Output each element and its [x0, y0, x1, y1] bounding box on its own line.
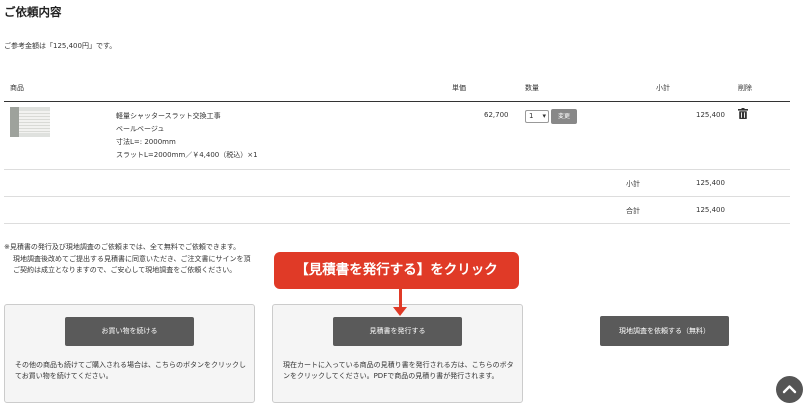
total-value: 125,400 — [696, 206, 725, 214]
issue-estimate-card: 見積書を発行する 現在カートに入っている商品の見積り書を発行される方は、こちらの… — [272, 304, 523, 403]
product-thumbnail[interactable] — [10, 107, 50, 137]
product-slat: スラットL=2000mm／￥4,400（税込）×1 — [116, 151, 258, 159]
cart-item-row: 軽量シャッタースラット交換工事 ベールベージュ 寸法L=: 2000mm スラッ… — [4, 102, 790, 170]
item-subtotal: 125,400 — [696, 111, 725, 119]
free-estimate-note: ※見積書の発行及び現地調査のご依頼までは、全て無料でご依頼できます。 現地調査後… — [4, 242, 251, 277]
trash-icon[interactable] — [738, 108, 748, 119]
chevron-up-icon — [782, 385, 797, 394]
scroll-to-top-button[interactable] — [776, 376, 803, 403]
page-title: ご依頼内容 — [4, 5, 62, 19]
header-unit-price: 単価 — [452, 84, 466, 92]
quantity-select[interactable]: 1 ▾ — [525, 110, 549, 123]
note-line-3: ご契約は成立となりますので、ご安心して現地調査をご依頼ください。 — [13, 266, 237, 274]
chevron-down-icon: ▾ — [542, 112, 546, 120]
header-quantity: 数量 — [525, 84, 539, 92]
reference-amount-text: ご参考金額は「125,400円」です。 — [4, 42, 117, 50]
header-subtotal: 小計 — [656, 84, 670, 92]
thumbnail-shade — [10, 107, 19, 137]
subtotal-value: 125,400 — [696, 179, 725, 187]
header-product: 商品 — [10, 84, 24, 92]
product-color: ベールベージュ — [116, 125, 165, 133]
quantity-value: 1 — [529, 112, 534, 120]
unit-price: 62,700 — [484, 111, 509, 119]
continue-shopping-button[interactable]: お買い物を続ける — [65, 317, 194, 346]
change-quantity-button[interactable]: 変更 — [551, 109, 577, 124]
total-row: 合計 125,400 — [4, 197, 790, 224]
continue-shopping-card: お買い物を続ける その他の商品も続けてご購入される場合は、こちらのボタンをクリッ… — [4, 304, 255, 403]
product-name[interactable]: 軽量シャッタースラット交換工事 — [116, 110, 258, 123]
cart-table-header: 商品 単価 数量 小計 削除 — [4, 80, 790, 102]
note-line-2: 現地調査後改めてご提出する見積書に同意いただき、ご注文書にサインを頂 — [13, 254, 251, 263]
arrow-down-icon — [393, 307, 407, 316]
subtotal-label: 小計 — [626, 180, 640, 188]
continue-shopping-text: その他の商品も続けてご購入される場合は、こちらのボタンをクリックしてお買い物を続… — [15, 361, 246, 380]
subtotal-row: 小計 125,400 — [4, 170, 790, 197]
issue-estimate-text: 現在カートに入っている商品の見積り書を発行される方は、こちらのボタンをクリックし… — [283, 361, 514, 380]
header-delete: 削除 — [738, 84, 752, 92]
product-info: 軽量シャッタースラット交換工事 ベールベージュ 寸法L=: 2000mm スラッ… — [116, 110, 258, 162]
issue-estimate-button[interactable]: 見積書を発行する — [333, 317, 462, 346]
note-line-1: ※見積書の発行及び現地調査のご依頼までは、全て無料でご依頼できます。 — [4, 243, 241, 251]
request-survey-button[interactable]: 現地調査を依頼する（無料） — [600, 316, 729, 346]
shutter-photo-icon — [19, 111, 50, 133]
instruction-callout: 【見積書を発行する】をクリック — [274, 252, 519, 289]
total-label: 合計 — [626, 207, 640, 215]
product-size: 寸法L=: 2000mm — [116, 138, 176, 146]
